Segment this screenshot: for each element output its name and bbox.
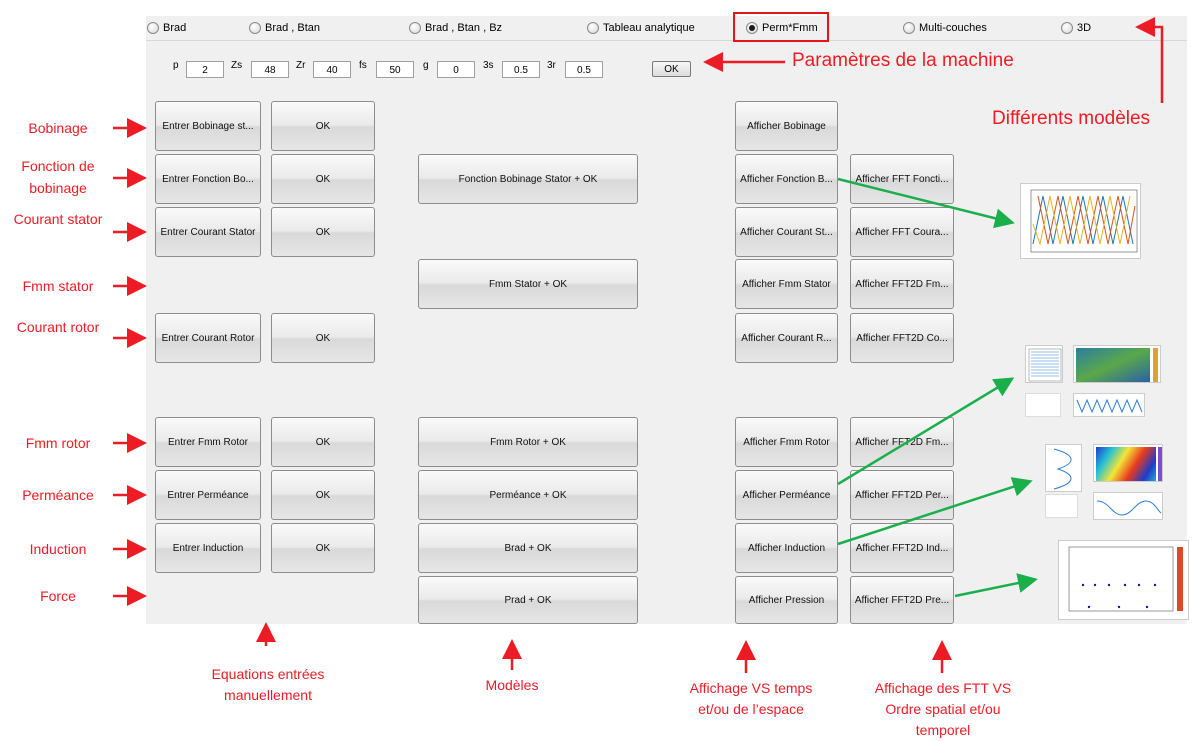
label-fonction-bobinage: Fonction de bobinage bbox=[21, 158, 95, 196]
label-courant-stator: Courant stator bbox=[13, 211, 103, 227]
label-induction: Induction bbox=[29, 541, 87, 557]
label-affichage-fft: Affichage des FTT VS Ordre spatial et/ou… bbox=[874, 680, 1012, 738]
label-permeance: Perméance bbox=[22, 487, 94, 503]
label-parametres-machine: Paramètres de la machine bbox=[792, 50, 1014, 71]
label-affichage: Affichage VS temps et/ou de l’espace bbox=[689, 680, 813, 717]
label-fmm-stator: Fmm stator bbox=[22, 278, 94, 294]
label-force: Force bbox=[40, 588, 76, 604]
label-bobinage: Bobinage bbox=[28, 120, 88, 136]
label-equations: Equations entrées manuellement bbox=[211, 666, 325, 703]
label-courant-rotor: Courant rotor bbox=[16, 319, 100, 335]
label-modeles: Modèles bbox=[485, 677, 539, 693]
label-differents-modeles: Différents modèles bbox=[992, 108, 1151, 129]
label-fmm-rotor: Fmm rotor bbox=[25, 435, 91, 451]
